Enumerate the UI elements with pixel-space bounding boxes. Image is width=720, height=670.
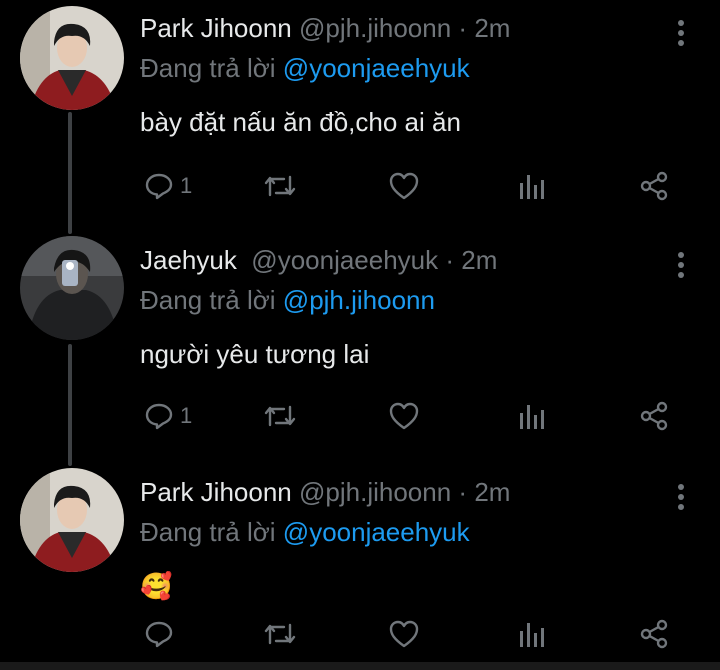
like-icon [388, 619, 420, 649]
tweet[interactable]: Jaehyuk @yoonjaeehyuk · 2m Đang trả lời … [0, 232, 720, 464]
display-name[interactable]: Park Jihoonn [140, 477, 292, 507]
user-handle[interactable]: @pjh.jihoonn [299, 477, 451, 507]
retweet-icon [262, 619, 298, 649]
avatar[interactable] [20, 468, 124, 572]
analytics-icon [516, 171, 546, 201]
share-icon [638, 618, 670, 650]
like-icon [388, 401, 420, 431]
more-icon[interactable] [676, 18, 686, 53]
share-button[interactable] [638, 168, 670, 204]
like-button[interactable] [388, 168, 420, 204]
reply-count: 1 [180, 403, 193, 428]
tweet-header: Park Jihoonn @pjh.jihoonn · 2m [140, 476, 660, 508]
analytics-button[interactable] [516, 616, 546, 652]
replying-to-label: Đang trả lời [140, 53, 276, 83]
replying-to-label: Đang trả lời [140, 285, 276, 315]
retweet-icon [262, 401, 298, 431]
tweet-text: người yêu tương lai [140, 339, 370, 369]
analytics-button[interactable] [516, 398, 546, 434]
display-name[interactable]: Park Jihoonn [140, 13, 292, 43]
separator: · [445, 245, 455, 275]
replying-to-label: Đang trả lời [140, 517, 276, 547]
timestamp[interactable]: 2m [474, 477, 510, 507]
replying-to: Đang trả lời @yoonjaeehyuk [140, 516, 660, 548]
timestamp[interactable]: 2m [461, 245, 497, 275]
retweet-button[interactable] [262, 398, 298, 434]
reply-icon [144, 401, 174, 431]
tweet-header: Park Jihoonn @pjh.jihoonn · 2m [140, 12, 660, 44]
display-name[interactable]: Jaehyuk [140, 245, 237, 275]
bottom-strip [0, 662, 720, 670]
analytics-icon [516, 401, 546, 431]
separator: · [458, 477, 468, 507]
avatar[interactable] [20, 6, 124, 110]
mention-link[interactable]: @yoonjaeehyuk [283, 517, 470, 547]
action-bar [140, 616, 680, 652]
like-button[interactable] [388, 616, 420, 652]
share-icon [638, 170, 670, 202]
more-icon[interactable] [676, 250, 686, 285]
replying-to: Đang trả lời @yoonjaeehyuk [140, 52, 660, 84]
more-icon[interactable] [676, 482, 686, 517]
reply-button[interactable] [144, 616, 180, 652]
action-bar: 1 [140, 168, 680, 204]
reply-count: 1 [180, 173, 193, 198]
share-button[interactable] [638, 616, 670, 652]
reply-icon [144, 619, 174, 649]
tweet[interactable]: Park Jihoonn @pjh.jihoonn · 2m Đang trả … [0, 464, 720, 670]
share-button[interactable] [638, 398, 670, 434]
tweet-text: bày đặt nấu ăn đồ,cho ai ăn [140, 107, 461, 137]
mention-link[interactable]: @pjh.jihoonn [283, 285, 435, 315]
reply-button[interactable]: 1 [144, 168, 192, 204]
analytics-button[interactable] [516, 168, 546, 204]
reply-icon [144, 171, 174, 201]
user-handle[interactable]: @yoonjaeehyuk [251, 245, 438, 275]
reply-button[interactable]: 1 [144, 398, 192, 434]
mention-link[interactable]: @yoonjaeehyuk [283, 53, 470, 83]
tweet-header: Jaehyuk @yoonjaeehyuk · 2m [140, 244, 660, 276]
replying-to: Đang trả lời @pjh.jihoonn [140, 284, 660, 316]
retweet-icon [262, 171, 298, 201]
tweet[interactable]: Park Jihoonn @pjh.jihoonn · 2m Đang trả … [0, 0, 720, 232]
tweet-text: 🥰 [140, 571, 173, 601]
avatar[interactable] [20, 236, 124, 340]
action-bar: 1 [140, 398, 680, 434]
separator: · [458, 13, 468, 43]
retweet-button[interactable] [262, 616, 298, 652]
timestamp[interactable]: 2m [474, 13, 510, 43]
like-button[interactable] [388, 398, 420, 434]
analytics-icon [516, 619, 546, 649]
retweet-button[interactable] [262, 168, 298, 204]
like-icon [388, 171, 420, 201]
user-handle[interactable]: @pjh.jihoonn [299, 13, 451, 43]
share-icon [638, 400, 670, 432]
